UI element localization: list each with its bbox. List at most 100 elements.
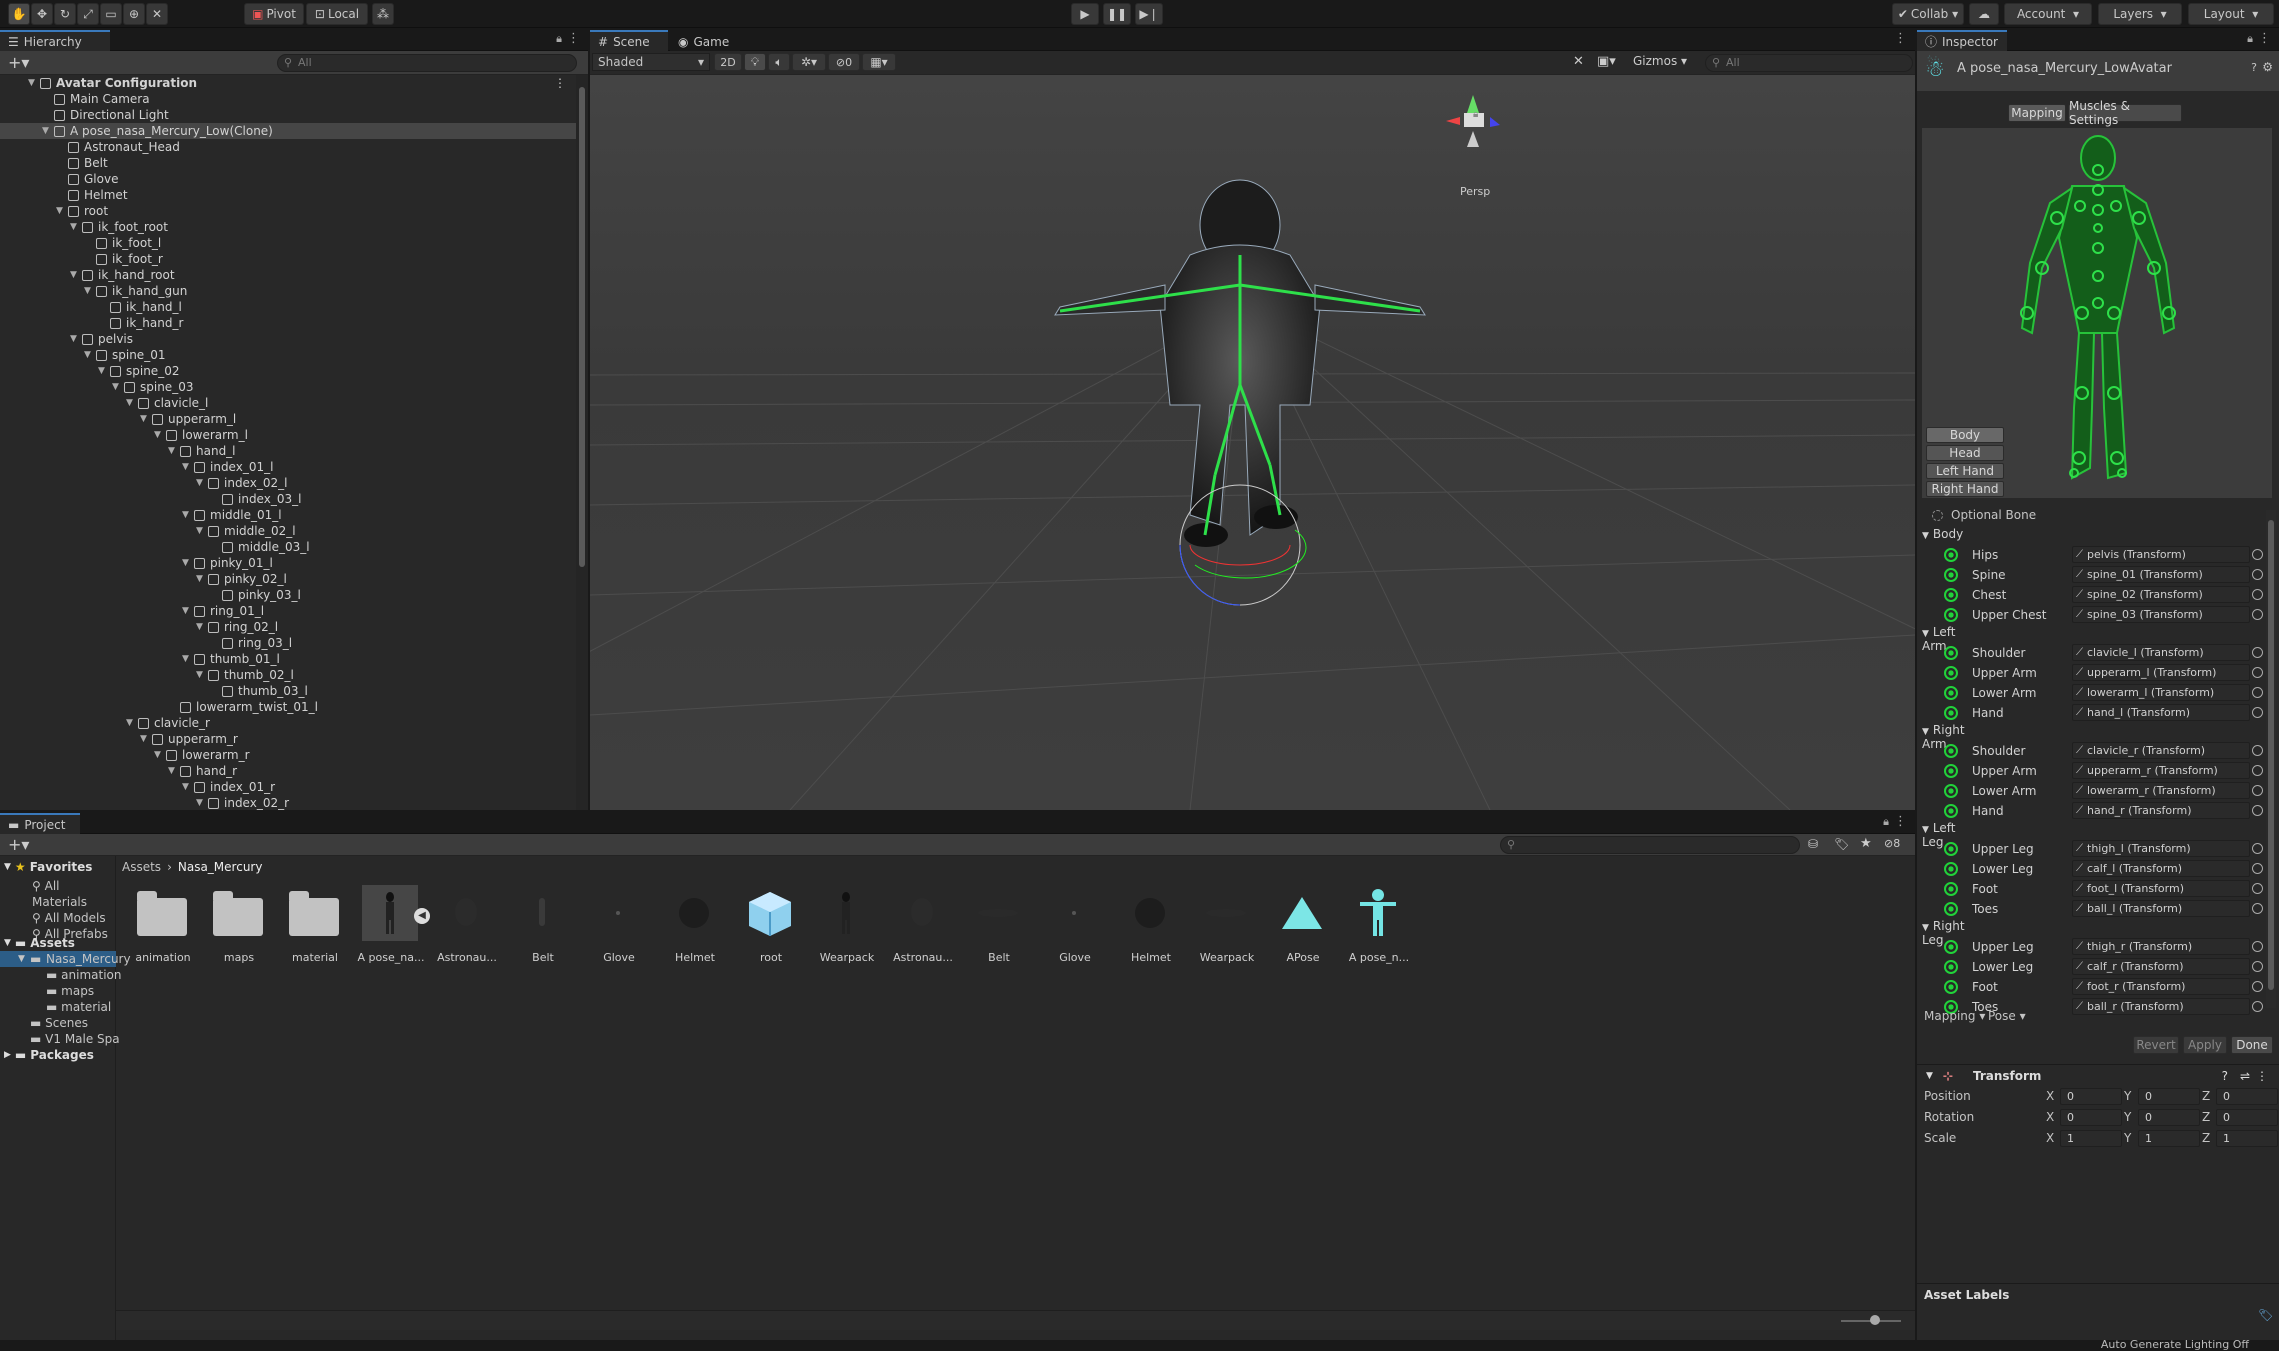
hierarchy-row[interactable]: ▼ upperarm_r: [0, 731, 576, 747]
expand-triangle-icon[interactable]: ▼: [182, 507, 192, 523]
hierarchy-row[interactable]: Main Camera: [0, 91, 576, 107]
asset-item[interactable]: A pose_n...: [1344, 885, 1414, 965]
bone-transform-field[interactable]: ⟋ thigh_r (Transform): [2072, 938, 2250, 955]
hierarchy-row[interactable]: Astronaut_Head: [0, 139, 576, 155]
hierarchy-row[interactable]: ▼ thumb_02_l: [0, 667, 576, 683]
hidden-objects-toggle[interactable]: ⊘ 0: [828, 53, 860, 71]
asset-item[interactable]: Astronau...: [888, 881, 964, 965]
tab-project[interactable]: ▬ Project: [0, 813, 80, 834]
hierarchy-search-input[interactable]: ⚲ All: [277, 54, 577, 72]
expand-triangle-icon[interactable]: ▼: [84, 283, 94, 299]
expand-triangle-icon[interactable]: ▼: [182, 603, 192, 619]
hierarchy-row[interactable]: thumb_03_l: [0, 683, 576, 699]
bone-transform-field[interactable]: ⟋ spine_01 (Transform): [2072, 566, 2250, 583]
cloud-icon[interactable]: ☁: [1969, 3, 1999, 25]
asset-item[interactable]: material: [280, 885, 350, 965]
hierarchy-row[interactable]: middle_03_l: [0, 539, 576, 555]
object-picker-icon[interactable]: [2252, 1001, 2263, 1012]
asset-item[interactable]: Belt: [508, 881, 584, 965]
tab-inspector[interactable]: ⓘ Inspector: [1917, 30, 2007, 51]
hierarchy-row[interactable]: ▼ index_01_l: [0, 459, 576, 475]
transform-z-field[interactable]: 1: [2216, 1130, 2278, 1147]
asset-item[interactable]: Helmet: [660, 881, 736, 965]
hierarchy-row[interactable]: ▼ upperarm_l: [0, 411, 576, 427]
pose-menu[interactable]: Pose ▾: [1988, 1009, 2026, 1023]
tab-scene[interactable]: # Scene: [590, 30, 668, 51]
scrollbar-thumb[interactable]: [2268, 520, 2274, 990]
object-picker-icon[interactable]: [2252, 981, 2263, 992]
hierarchy-row[interactable]: ▼ middle_02_l: [0, 523, 576, 539]
object-picker-icon[interactable]: [2252, 805, 2263, 816]
bone-transform-field[interactable]: ⟋ calf_l (Transform): [2072, 860, 2250, 877]
tab-game[interactable]: ◉ Game: [670, 30, 740, 51]
hierarchy-row[interactable]: ▼ ik_hand_gun: [0, 283, 576, 299]
expand-triangle-icon[interactable]: ▼: [182, 779, 192, 795]
object-picker-icon[interactable]: [2252, 903, 2263, 914]
tab-mapping[interactable]: Mapping: [2008, 104, 2066, 122]
transform-header[interactable]: ▼ ⊹ Transform ? ⇌ ⋮: [1926, 1066, 2276, 1086]
hierarchy-row[interactable]: Glove: [0, 171, 576, 187]
asset-item[interactable]: Wearpack: [812, 881, 888, 965]
bone-list-scrollbar[interactable]: [2266, 510, 2276, 1008]
local-toggle[interactable]: ⊡ Local: [306, 3, 368, 25]
hierarchy-row[interactable]: index_03_l: [0, 491, 576, 507]
bone-group-header[interactable]: ▼ Right Leg: [1922, 919, 1965, 947]
expand-triangle-icon[interactable]: ▼: [28, 75, 38, 91]
asset-item[interactable]: root: [736, 881, 812, 965]
hierarchy-row[interactable]: Helmet: [0, 187, 576, 203]
expand-triangle-icon[interactable]: ▼: [196, 667, 206, 683]
expand-triangle-icon[interactable]: ▼: [182, 555, 192, 571]
presets-icon[interactable]: ⇌: [2240, 1069, 2250, 1083]
expand-triangle-icon[interactable]: ▼: [56, 203, 66, 219]
hierarchy-row[interactable]: ▼ lowerarm_r: [0, 747, 576, 763]
apply-button[interactable]: Apply: [2183, 1036, 2227, 1054]
asset-item[interactable]: Helmet: [1116, 881, 1192, 965]
favorite-star-icon[interactable]: ★: [1860, 836, 1872, 851]
expand-triangle-icon[interactable]: ▼: [70, 267, 80, 283]
hierarchy-row[interactable]: ▼ ik_foot_root: [0, 219, 576, 235]
object-picker-icon[interactable]: [2252, 707, 2263, 718]
effects-dropdown-icon[interactable]: ✲▾: [792, 53, 826, 71]
body-part-button[interactable]: Body: [1926, 427, 2004, 443]
hierarchy-row[interactable]: lowerarm_twist_01_l: [0, 699, 576, 715]
hierarchy-row[interactable]: ▼ clavicle_r: [0, 715, 576, 731]
hierarchy-row[interactable]: ▼ ring_01_l: [0, 603, 576, 619]
component-kebab-icon[interactable]: ⋮: [2256, 1069, 2268, 1083]
asset-item[interactable]: Wearpack: [1192, 881, 1268, 965]
expand-triangle-icon[interactable]: ▼: [42, 123, 52, 139]
object-picker-icon[interactable]: [2252, 609, 2263, 620]
tree-item-scenes[interactable]: ▬ Scenes: [30, 1015, 120, 1031]
expand-triangle-icon[interactable]: ▼: [168, 763, 178, 779]
grid-snap-icon[interactable]: ⁂: [372, 3, 394, 25]
bone-group-header[interactable]: ▼ Left Leg: [1922, 821, 1956, 849]
collab-dropdown[interactable]: ✔ Collab ▾: [1892, 3, 1964, 25]
hierarchy-row[interactable]: ▼ hand_l: [0, 443, 576, 459]
hierarchy-row[interactable]: ▼ index_02_l: [0, 475, 576, 491]
mapping-menu[interactable]: Mapping ▾: [1924, 1009, 1985, 1023]
scene-search-input[interactable]: ⚲ All: [1705, 54, 1913, 72]
asset-item[interactable]: Glove: [584, 881, 660, 965]
expand-triangle-icon[interactable]: ▼: [182, 651, 192, 667]
breadcrumb-nasa-mercury[interactable]: Nasa_Mercury: [178, 860, 263, 874]
expand-triangle-icon[interactable]: ▼: [196, 795, 206, 810]
breadcrumb-assets[interactable]: Assets: [122, 860, 161, 874]
lighting-toggle-icon[interactable]: 💡︎: [744, 53, 766, 71]
settings-gear-icon[interactable]: ⚙: [2262, 60, 2273, 74]
hierarchy-row[interactable]: pinky_03_l: [0, 587, 576, 603]
add-plus-icon[interactable]: +▾: [8, 53, 29, 72]
expand-triangle-icon[interactable]: ▼: [112, 379, 122, 395]
bone-transform-field[interactable]: ⟋ upperarm_r (Transform): [2072, 762, 2250, 779]
camera-icon[interactable]: ▣▾: [1597, 54, 1616, 69]
body-part-button[interactable]: Head: [1926, 445, 2004, 461]
hierarchy-row[interactable]: ik_foot_l: [0, 235, 576, 251]
expand-triangle-icon[interactable]: ▼: [126, 715, 136, 731]
help-icon[interactable]: ?: [2222, 1069, 2228, 1083]
object-picker-icon[interactable]: [2252, 843, 2263, 854]
project-search-input[interactable]: ⚲: [1500, 836, 1800, 854]
bone-group-header[interactable]: ▼ Left Arm: [1922, 625, 1956, 653]
tree-item-v1-male[interactable]: ▬ V1 Male Spa: [30, 1031, 120, 1047]
tree-item-animation[interactable]: ▬ animation: [46, 967, 121, 983]
transform-y-field[interactable]: 0: [2138, 1088, 2200, 1105]
bone-transform-field[interactable]: ⟋ clavicle_r (Transform): [2072, 742, 2250, 759]
small-lock-icon[interactable]: 🔒︎: [1473, 109, 1478, 120]
